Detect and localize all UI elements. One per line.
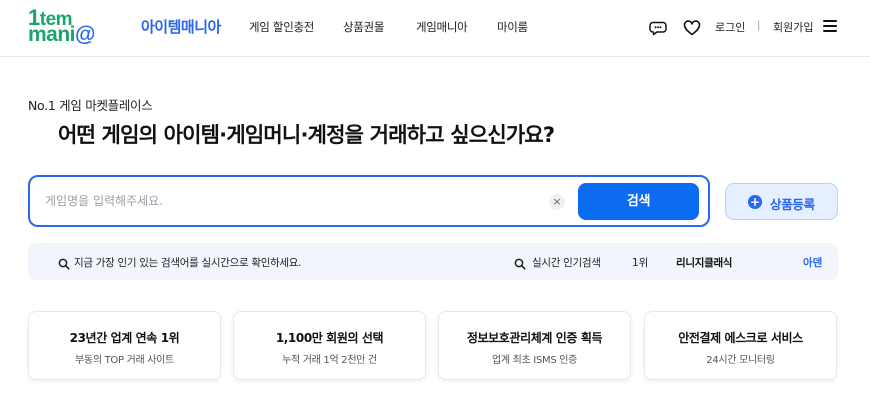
nav-my-room[interactable]: 마이룸 [497, 19, 528, 35]
menu-icon[interactable] [823, 20, 837, 33]
feature-card-subtitle: 부동의 TOP 거래 사이트 [75, 355, 174, 366]
hero-headline: 어떤 게임의 아이템·게임머니·계정을 거래하고 싶으신가요? [58, 123, 555, 147]
feature-card-isms: 정보보호관리체계 인증 획득 업계 최초 ISMS 인증 [438, 311, 631, 380]
search-button[interactable]: 검색 [578, 183, 699, 220]
header-divider: | [757, 20, 761, 31]
feature-card-subtitle: 업계 최초 ISMS 인증 [491, 355, 578, 366]
register-product-label: 상품등록 [770, 197, 815, 212]
trending-label: 실시간 인기검색 [532, 257, 601, 269]
search-input[interactable] [45, 191, 525, 211]
feature-card-title: 정보보호관리체계 인증 획득 [466, 331, 603, 345]
hero-eyebrow: No.1 게임 마켓플레이스 [28, 98, 153, 113]
heart-icon[interactable] [682, 18, 702, 38]
chat-icon[interactable] [648, 18, 668, 38]
feature-card-title: 안전결제 에스크로 서비스 [678, 331, 803, 345]
trending-server-tag[interactable]: 아덴 [803, 255, 822, 270]
plus-circle-icon: + [748, 195, 762, 209]
feature-card-members: 1,100만 회원의 선택 누적 거래 1억 2천만 건 [233, 311, 426, 380]
search-box: × 검색 [28, 175, 710, 227]
feature-card-subtitle: 누적 거래 1억 2천만 건 [282, 355, 377, 366]
logo-line-2: mani@ [28, 23, 95, 46]
trending-search-bar: 지금 가장 인기 있는 검색어를 실시간으로 확인하세요. 실시간 인기검색 1… [28, 243, 838, 280]
nav-game-mania[interactable]: 게임매니아 [416, 19, 468, 35]
signup-link[interactable]: 회원가입 [773, 19, 813, 35]
feature-card-title: 23년간 업계 연속 1위 [69, 331, 180, 345]
site-header: 1tem mani@ 아이템매니아 게임 할인충전 상품권몰 게임매니아 마이룸… [0, 0, 870, 57]
nav-game-discount-charge[interactable]: 게임 할인충전 [249, 19, 314, 35]
nav-gift-card-mall[interactable]: 상품권몰 [343, 19, 384, 35]
trending-hint-text: 지금 가장 인기 있는 검색어를 실시간으로 확인하세요. [74, 257, 302, 269]
register-product-button[interactable]: + 상품등록 [725, 183, 838, 220]
brand-name-link[interactable]: 아이템매니아 [141, 16, 221, 37]
itemmania-logo[interactable]: 1tem mani@ [28, 7, 124, 46]
login-link[interactable]: 로그인 [715, 19, 745, 35]
feature-card-escrow: 안전결제 에스크로 서비스 24시간 모니터링 [644, 311, 837, 380]
feature-card-title: 1,100만 회원의 선택 [275, 331, 384, 345]
trending-rank: 1위 [632, 257, 649, 269]
search-icon [58, 255, 70, 270]
clear-search-button[interactable]: × [549, 194, 565, 210]
feature-card-subtitle: 24시간 모니터링 [706, 355, 775, 366]
search-icon [514, 255, 526, 270]
trending-keyword-link[interactable]: 리니지클래식 [676, 255, 732, 270]
feature-card-industry-first: 23년간 업계 연속 1위 부동의 TOP 거래 사이트 [28, 311, 221, 380]
